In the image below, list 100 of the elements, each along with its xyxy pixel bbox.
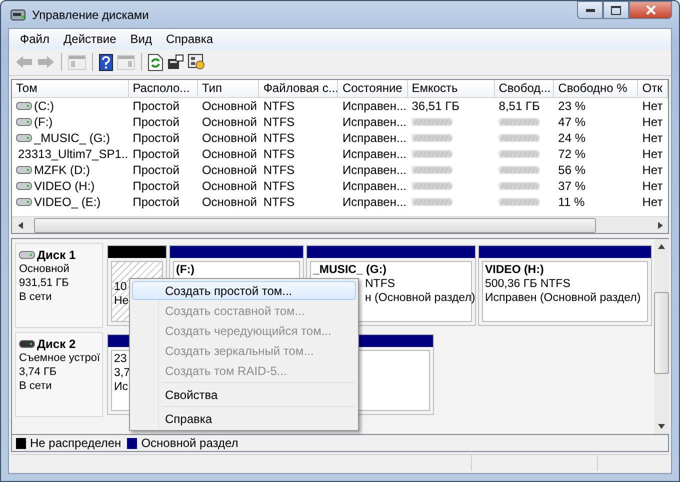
- disk-label-panel[interactable]: Диск 2 Съемное устрої 3,74 ГБ В сети: [15, 332, 103, 417]
- disk-label-panel[interactable]: Диск 1 Основной 931,51 ГБ В сети: [15, 243, 103, 328]
- table-cell: (C:): [34, 99, 54, 113]
- table-cell: Основной: [202, 99, 257, 113]
- settings-icon[interactable]: [188, 54, 205, 70]
- help-icon[interactable]: [99, 54, 113, 70]
- partition-text: VIDEO (H:): [485, 263, 544, 277]
- table-cell: Основной: [202, 131, 257, 145]
- close-icon: [646, 5, 656, 15]
- scroll-up-icon[interactable]: [658, 243, 665, 250]
- drive-icon: [16, 182, 32, 190]
- properties-icon[interactable]: [167, 54, 184, 70]
- table-cell: 8,51 ГБ: [498, 99, 540, 113]
- table-cell: 11 %: [558, 195, 585, 209]
- table-cell: 72 %: [558, 147, 586, 161]
- partition-header-bar: [108, 246, 166, 258]
- drive-icon: [16, 198, 32, 206]
- table-cell: Простой: [132, 179, 180, 193]
- table-cell: Исправен...: [342, 115, 406, 129]
- partition-text: 10: [114, 280, 127, 294]
- column-header[interactable]: Располо...: [128, 80, 198, 97]
- table-cell: NTFS: [263, 195, 295, 209]
- table-cell: Простой: [132, 147, 180, 161]
- blurred-text: [412, 198, 452, 206]
- table-cell: (F:): [34, 115, 53, 129]
- table-cell: Нет: [642, 99, 663, 113]
- refresh-icon[interactable]: [148, 54, 163, 70]
- table-cell: 36,51 ГБ: [412, 99, 460, 113]
- table-cell: Нет: [642, 195, 663, 209]
- legend-label: Основной раздел: [141, 436, 238, 450]
- table-cell: VIDEO (H:): [34, 179, 95, 193]
- table-cell: Исправен...: [342, 147, 406, 161]
- scrollbar-thumb[interactable]: [654, 292, 669, 374]
- table-cell: Нет: [642, 179, 663, 193]
- table-cell: NTFS: [263, 99, 295, 113]
- blurred-text: [498, 182, 539, 190]
- partition-text: 23: [114, 352, 127, 366]
- table-cell: Исправен...: [342, 195, 406, 209]
- column-header[interactable]: Тип: [198, 80, 260, 97]
- menu-item[interactable]: Справка: [159, 30, 220, 48]
- partition-text: Исправен (Основной раздел): [485, 291, 641, 305]
- table-cell: Нет: [642, 147, 663, 161]
- column-header[interactable]: Свободно %: [554, 80, 638, 97]
- table-cell: Исправен...: [342, 131, 406, 145]
- table-cell: 23313_Ultim7_SP1...: [18, 147, 129, 161]
- disk-name: Диск 1: [37, 248, 76, 262]
- table-cell: NTFS: [263, 163, 295, 177]
- scrollbar-thumb[interactable]: [34, 218, 596, 232]
- scroll-down-icon[interactable]: [658, 423, 665, 430]
- table-cell: Простой: [132, 163, 180, 177]
- table-cell: Простой: [132, 115, 180, 129]
- legend-swatch: [127, 438, 138, 448]
- column-header[interactable]: Отк: [638, 80, 668, 97]
- menu-item[interactable]: Действие: [56, 30, 124, 48]
- column-header[interactable]: Файловая с...: [259, 80, 338, 97]
- scroll-left-icon[interactable]: [16, 222, 24, 228]
- disk-info: Основной: [19, 262, 70, 276]
- table-cell: Исправен...: [342, 99, 406, 113]
- close-button[interactable]: [629, 1, 672, 19]
- menu-item[interactable]: Файл: [13, 30, 57, 48]
- table-cell: Простой: [132, 131, 180, 145]
- partition-text: _MUSIC_ (G:): [313, 263, 386, 277]
- column-header[interactable]: Емкость: [408, 80, 495, 97]
- partition-text: н (Основной раздел): [365, 291, 476, 305]
- column-header[interactable]: Свобод...: [494, 80, 554, 97]
- table-cell: NTFS: [263, 131, 295, 145]
- table-cell: Основной: [202, 147, 257, 161]
- scroll-right-icon[interactable]: [656, 222, 664, 228]
- window-title: Управление дисками: [32, 8, 150, 22]
- table-cell: Исправен...: [342, 179, 406, 193]
- blurred-text: [498, 198, 539, 206]
- disk-info: Съемное устрої: [19, 351, 99, 365]
- menu-item[interactable]: Вид: [123, 30, 159, 48]
- menu-item[interactable]: Справка: [132, 409, 356, 428]
- column-header[interactable]: Состояние: [338, 80, 408, 97]
- disk-info: 931,51 ГБ: [19, 276, 70, 290]
- table-cell: 37 %: [558, 179, 586, 193]
- blurred-text: [412, 182, 452, 190]
- blurred-text: [498, 166, 539, 174]
- partition-block[interactable]: VIDEO (H:) 500,36 ГБ NTFS Исправен (Основной раздел): [478, 245, 652, 326]
- maximize-button[interactable]: [603, 1, 629, 19]
- table-cell: VIDEO_ (E:): [34, 195, 101, 209]
- drive-icon: [19, 340, 35, 348]
- table-cell: 56 %: [558, 163, 586, 177]
- table-cell: MZFK (D:): [34, 163, 90, 177]
- drive-icon: [16, 102, 32, 110]
- table-cell: Простой: [132, 195, 180, 209]
- menu-item[interactable]: Создать простой том...: [132, 281, 356, 300]
- blurred-text: [498, 118, 539, 126]
- blurred-text: [412, 150, 452, 158]
- drive-icon: [16, 134, 32, 142]
- partition-text: NTFS: [365, 277, 396, 291]
- disk-info: В сети: [19, 290, 53, 304]
- partition-text: Ис: [114, 380, 128, 394]
- partition-text: Не: [114, 294, 129, 308]
- column-header[interactable]: Том: [12, 80, 129, 97]
- minimize-button[interactable]: [577, 1, 603, 19]
- disk-management-icon: [10, 8, 26, 22]
- menu-item[interactable]: Свойства: [132, 385, 356, 404]
- table-cell: 23 %: [558, 99, 586, 113]
